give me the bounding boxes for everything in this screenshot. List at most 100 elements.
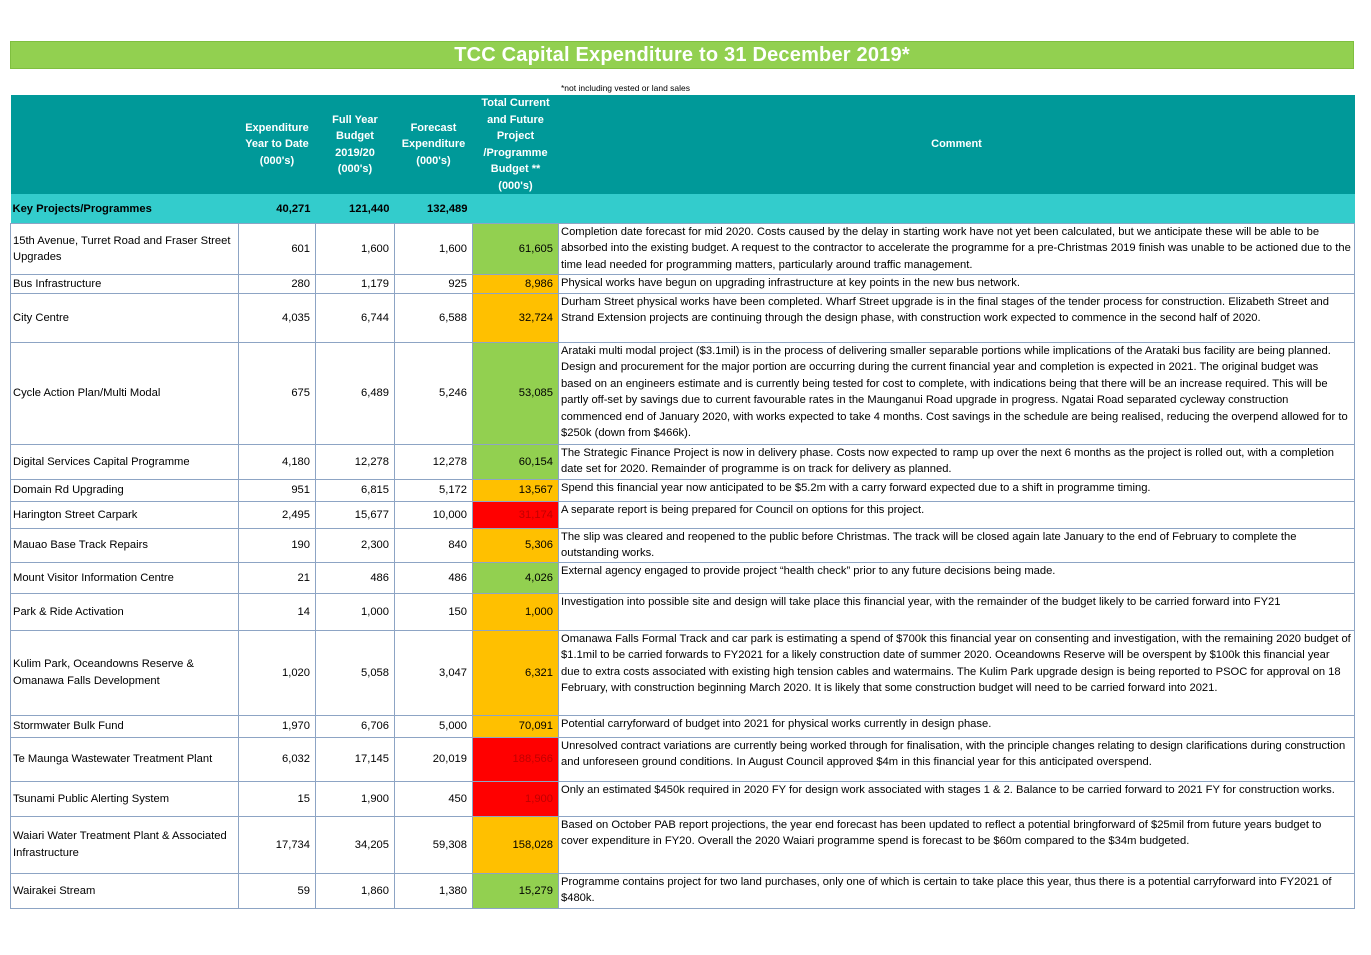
forecast-cell: 1,600 (394, 223, 473, 275)
comment-cell: The Strategic Finance Project is now in … (558, 444, 1355, 480)
total-budget-cell: 6,321 (472, 629, 559, 716)
expenditure-ytd-cell: 1,970 (238, 714, 316, 738)
forecast-cell: 5,246 (394, 342, 473, 445)
forecast-cell: 6,588 (394, 293, 473, 343)
header-total-budget: Total Current and Future Project /Progra… (472, 95, 559, 194)
full-year-budget-cell: 1,000 (315, 592, 395, 631)
header-row: Expenditure Year to Date (000's) Full Ye… (10, 95, 1355, 194)
full-year-budget-cell: 1,900 (315, 780, 395, 817)
total-budget-cell: 188,566 (472, 736, 559, 782)
total-budget-cell: 4,026 (472, 561, 559, 594)
project-name-cell: Te Maunga Wastewater Treatment Plant (10, 736, 239, 782)
project-name-cell: Kulim Park, Oceandowns Reserve & Omanawa… (10, 629, 239, 716)
project-name-cell: Digital Services Capital Programme (10, 444, 239, 480)
expenditure-ytd-cell: 14 (238, 592, 316, 631)
project-name-cell: Park & Ride Activation (10, 592, 239, 631)
full-year-budget-cell: 15,677 (315, 501, 395, 529)
comment-cell: Unresolved contract variations are curre… (558, 736, 1355, 782)
forecast-cell: 840 (394, 528, 473, 563)
forecast-cell: 5,000 (394, 714, 473, 738)
forecast-cell: 20,019 (394, 736, 473, 782)
table-row: Harington Street Carpark 2,495 15,677 10,00… (10, 501, 1355, 529)
comment-cell: Durham Street physical works have been c… (558, 293, 1355, 343)
comment-cell: Based on October PAB report projections,… (558, 815, 1355, 874)
comment-cell: External agency engaged to provide proje… (558, 561, 1355, 594)
full-year-budget-cell: 1,179 (315, 274, 395, 294)
page-title: TCC Capital Expenditure to 31 December 2… (454, 43, 910, 66)
forecast-cell: 3,047 (394, 629, 473, 716)
comment-cell: Physical works have begun on upgrading i… (558, 274, 1355, 294)
full-year-budget-cell: 6,489 (315, 342, 395, 445)
key-full-year-budget: 121,440 (315, 194, 395, 224)
table-row: Digital Services Capital Programme 4,180 1… (10, 444, 1355, 480)
header-expenditure-ytd: Expenditure Year to Date (000's) (238, 95, 316, 194)
comment-cell: Arataki multi modal project ($3.1mil) is… (558, 342, 1355, 445)
forecast-cell: 59,308 (394, 815, 473, 874)
full-year-budget-cell: 6,744 (315, 293, 395, 343)
expenditure-ytd-cell: 1,020 (238, 629, 316, 716)
project-name-cell: Mount Visitor Information Centre (10, 561, 239, 594)
total-budget-cell: 15,279 (472, 872, 559, 909)
expenditure-ytd-cell: 4,035 (238, 293, 316, 343)
table-row: Domain Rd Upgrading 951 6,815 5,172 13,567 Sp… (10, 479, 1355, 502)
comment-cell: Potential carryforward of budget into 20… (558, 714, 1355, 738)
capex-table: Expenditure Year to Date (000's) Full Ye… (10, 95, 1355, 909)
full-year-budget-cell: 1,860 (315, 872, 395, 909)
table-row: Mauao Base Track Repairs 190 2,300 840 5,306… (10, 528, 1355, 563)
full-year-budget-cell: 5,058 (315, 629, 395, 716)
table-row: Bus Infrastructure 280 1,179 925 8,986 Physic… (10, 274, 1355, 294)
forecast-cell: 1,380 (394, 872, 473, 909)
full-year-budget-cell: 2,300 (315, 528, 395, 563)
full-year-budget-cell: 6,706 (315, 714, 395, 738)
full-year-budget-cell: 486 (315, 561, 395, 594)
total-budget-cell: 53,085 (472, 342, 559, 445)
comment-cell: Omanawa Falls Formal Track and car park … (558, 629, 1355, 716)
total-budget-cell: 70,091 (472, 714, 559, 738)
header-full-year-budget: Full Year Budget 2019/20 (000's) (315, 95, 395, 194)
project-name-cell: Wairakei Stream (10, 872, 239, 909)
expenditure-ytd-cell: 190 (238, 528, 316, 563)
project-name-cell: Bus Infrastructure (10, 274, 239, 294)
expenditure-ytd-cell: 675 (238, 342, 316, 445)
full-year-budget-cell: 34,205 (315, 815, 395, 874)
title-banner: TCC Capital Expenditure to 31 December 2… (10, 41, 1354, 69)
comment-cell: Programme contains project for two land … (558, 872, 1355, 909)
total-budget-cell: 13,567 (472, 479, 559, 502)
forecast-cell: 450 (394, 780, 473, 817)
comment-cell: The slip was cleared and reopened to the… (558, 528, 1355, 563)
table-row: Tsunami Public Alerting System 15 1,900 450… (10, 780, 1355, 817)
project-name-cell: Stormwater Bulk Fund (10, 714, 239, 738)
project-name-cell: Tsunami Public Alerting System (10, 780, 239, 817)
total-budget-cell: 61,605 (472, 223, 559, 275)
total-budget-cell: 8,986 (472, 274, 559, 294)
key-total-budget (472, 194, 559, 224)
header-comment: Comment (558, 95, 1355, 194)
table-row: Park & Ride Activation 14 1,000 150 1,000 Inv… (10, 592, 1355, 631)
expenditure-ytd-cell: 2,495 (238, 501, 316, 529)
table-row: City Centre 4,035 6,744 6,588 32,724 Durham S… (10, 293, 1355, 343)
forecast-cell: 5,172 (394, 479, 473, 502)
total-budget-cell: 1,000 (472, 592, 559, 631)
comment-cell: Investigation into possible site and des… (558, 592, 1355, 631)
forecast-cell: 150 (394, 592, 473, 631)
comment-cell: A separate report is being prepared for … (558, 501, 1355, 529)
forecast-cell: 486 (394, 561, 473, 594)
full-year-budget-cell: 6,815 (315, 479, 395, 502)
total-budget-cell: 60,154 (472, 444, 559, 480)
project-name-cell: Domain Rd Upgrading (10, 479, 239, 502)
table-row: Kulim Park, Oceandowns Reserve & Omanawa… (10, 629, 1355, 716)
key-forecast: 132,489 (394, 194, 473, 224)
full-year-budget-cell: 12,278 (315, 444, 395, 480)
total-budget-cell: 5,306 (472, 528, 559, 563)
project-name-cell: Cycle Action Plan/Multi Modal (10, 342, 239, 445)
expenditure-ytd-cell: 15 (238, 780, 316, 817)
comment-cell: Spend this financial year now anticipate… (558, 479, 1355, 502)
total-budget-cell: 158,028 (472, 815, 559, 874)
forecast-cell: 12,278 (394, 444, 473, 480)
project-name-cell: 15th Avenue, Turret Road and Fraser Stre… (10, 223, 239, 275)
key-projects-row: Key Projects/Programmes 40,271 121,440 1… (10, 194, 1355, 224)
comment-cell: Completion date forecast for mid 2020. C… (558, 223, 1355, 275)
expenditure-ytd-cell: 601 (238, 223, 316, 275)
total-budget-cell: 32,724 (472, 293, 559, 343)
expenditure-ytd-cell: 4,180 (238, 444, 316, 480)
